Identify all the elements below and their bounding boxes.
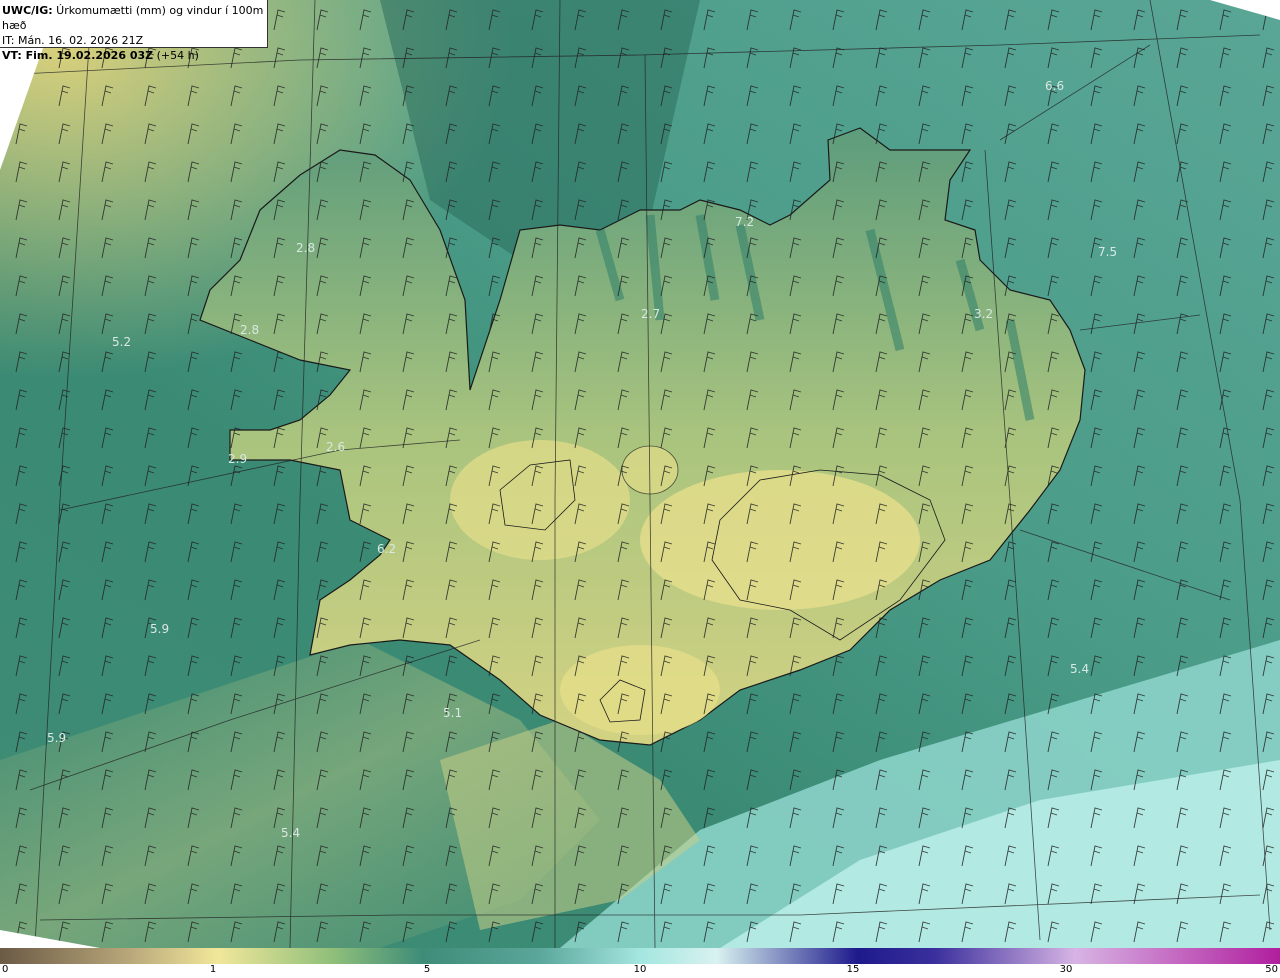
forecast-hour: (+54 h) [153, 49, 199, 62]
value-label: 5.1 [443, 706, 462, 720]
value-label: 2.8 [240, 323, 259, 337]
colorbar-tick: 50 [1265, 964, 1278, 975]
colorbar-tick: 1 [209, 964, 217, 975]
colorbar-tick: 30 [1059, 964, 1073, 975]
colorbar-ticks: 0 1 5 10 15 30 50 [0, 962, 1280, 978]
value-label: 2.8 [296, 241, 315, 255]
colorbar-tick: 15 [846, 964, 860, 975]
colorbar-tick: 0 [2, 964, 9, 975]
title-line: UWC/IG: Úrkomumætti (mm) og vindur í 100… [2, 3, 267, 33]
value-label: 5.9 [47, 731, 66, 745]
weather-map: 6.6 7.2 7.5 2.8 2.8 5.2 2.7 3.2 2.9 2.6 … [0, 0, 1280, 948]
title-prefix: UWC/IG: [2, 4, 53, 17]
colorbar-tick: 10 [633, 964, 647, 975]
value-label: 2.9 [228, 452, 247, 466]
value-label: 7.2 [735, 215, 754, 229]
valid-time: VT: Fim. 19.02.2026 03Z [2, 49, 154, 62]
value-label: 3.2 [974, 307, 993, 321]
value-label: 2.6 [326, 440, 345, 454]
value-label: 2.7 [641, 307, 660, 321]
value-label: 7.5 [1098, 245, 1117, 259]
value-label: 5.4 [281, 826, 300, 840]
value-label: 5.2 [112, 335, 131, 349]
init-time: IT: Mán. 16. 02. 2026 21Z [2, 34, 144, 47]
valid-time-line: VT: Fim. 19.02.2026 03Z (+54 h) [2, 48, 267, 63]
value-label: 5.4 [1070, 662, 1089, 676]
value-label: 5.9 [150, 622, 169, 636]
value-label: 6.2 [377, 542, 396, 556]
value-label: 6.6 [1045, 79, 1064, 93]
map-header: UWC/IG: Úrkomumætti (mm) og vindur í 100… [0, 0, 268, 62]
colorbar-tick: 5 [423, 964, 431, 975]
